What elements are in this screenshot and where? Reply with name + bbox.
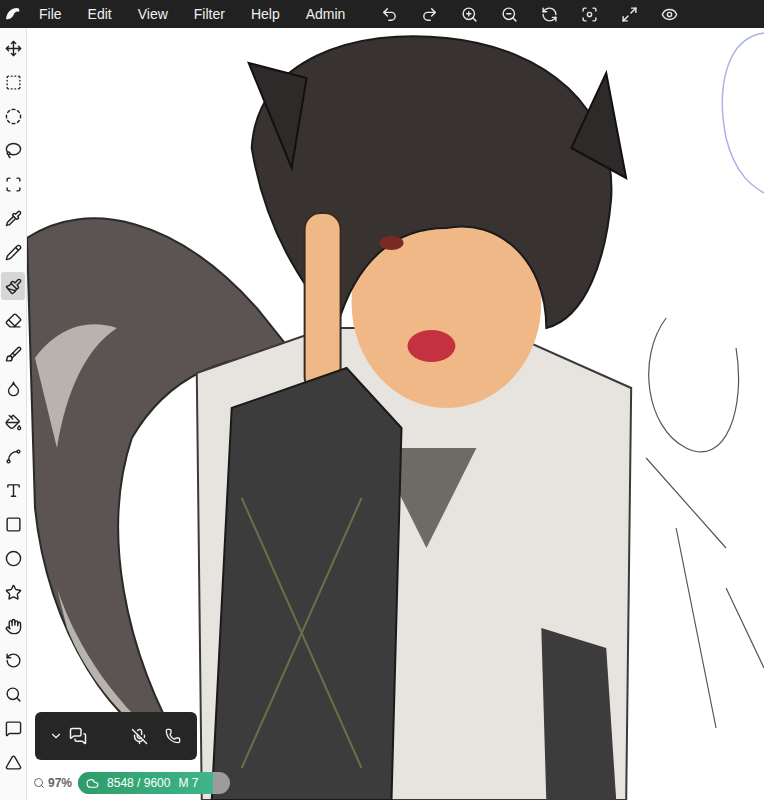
lasso-tool[interactable] (1, 136, 25, 164)
tool-bar (0, 28, 27, 800)
triangle-icon (5, 754, 22, 771)
rect-select-tool[interactable] (1, 68, 25, 96)
curve-icon (5, 448, 22, 465)
zoom-level[interactable]: 97% (33, 776, 72, 790)
eraser-tool[interactable] (1, 306, 25, 334)
pen-icon (5, 244, 22, 261)
rotate-tool[interactable] (1, 646, 25, 674)
zoom-tool[interactable] (1, 680, 25, 708)
mode-text: M 7 (178, 776, 198, 790)
triangle-tool[interactable] (1, 748, 25, 776)
blur-icon (5, 380, 22, 397)
menu-item[interactable]: Filter (181, 0, 238, 28)
rectangle-tool[interactable] (1, 510, 25, 538)
focus-button[interactable] (572, 0, 606, 28)
view-controls (372, 0, 686, 28)
fill-icon (5, 414, 22, 431)
fullscreen-button[interactable] (612, 0, 646, 28)
zoom-in-icon (461, 6, 478, 23)
ellipse-tool[interactable] (1, 544, 25, 572)
rect-select-icon (5, 74, 22, 91)
ellipse-icon (5, 550, 22, 567)
menu-item[interactable]: View (125, 0, 181, 28)
chat-icon (69, 727, 87, 745)
view-button[interactable] (652, 0, 686, 28)
hand-icon (5, 618, 22, 635)
redo-icon (421, 6, 438, 23)
menu-item[interactable]: Help (238, 0, 293, 28)
hand-tool[interactable] (1, 612, 25, 640)
star-icon (5, 584, 22, 601)
menu-item[interactable]: Edit (75, 0, 125, 28)
fullscreen-icon (621, 6, 638, 23)
pen-tool[interactable] (1, 238, 25, 266)
ellipse-select-tool[interactable] (1, 102, 25, 130)
transform-icon (5, 176, 22, 193)
eyedropper-icon (5, 210, 22, 227)
zoom-icon (5, 686, 22, 703)
eyedropper-tool[interactable] (1, 204, 25, 232)
workspace: 97% 8548 / 9600 M 7 (0, 28, 764, 800)
brush-icon (5, 278, 22, 295)
undo-icon (381, 6, 398, 23)
annotation-icon (5, 720, 22, 737)
logo[interactable] (0, 0, 26, 28)
text-tool[interactable] (1, 476, 25, 504)
text-icon (5, 482, 22, 499)
reset-view-icon (541, 6, 558, 23)
menu-item[interactable]: File (26, 0, 75, 28)
logo-icon (4, 5, 22, 23)
fill-tool[interactable] (1, 408, 25, 436)
cloud-icon (86, 777, 99, 790)
app-window: FileEditViewFilterHelpAdmin 97% 8548 / 960… (0, 0, 764, 800)
voice-button[interactable] (125, 723, 153, 749)
artwork (27, 28, 764, 800)
chat-widget (35, 712, 197, 760)
call-button[interactable] (159, 723, 187, 749)
smudge-tool[interactable] (1, 340, 25, 368)
menu-item[interactable]: Admin (293, 0, 359, 28)
lasso-icon (5, 142, 22, 159)
annotation-tool[interactable] (1, 714, 25, 742)
smudge-icon (5, 346, 22, 363)
transform-tool[interactable] (1, 170, 25, 198)
blur-tool[interactable] (1, 374, 25, 402)
ellipse-select-icon (5, 108, 22, 125)
move-tool[interactable] (1, 34, 25, 62)
menu-bar: FileEditViewFilterHelpAdmin (0, 0, 764, 28)
magnifier-icon (33, 777, 45, 789)
usage-text: 8548 / 9600 (107, 776, 170, 790)
zoom-in-button[interactable] (452, 0, 486, 28)
star-tool[interactable] (1, 578, 25, 606)
chevron-down-icon (49, 729, 63, 743)
focus-icon (581, 6, 598, 23)
move-icon (5, 40, 22, 57)
mic-off-icon (131, 728, 148, 745)
eraser-icon (5, 312, 22, 329)
canvas[interactable]: 97% 8548 / 9600 M 7 (27, 28, 764, 800)
zoom-out-icon (501, 6, 518, 23)
undo-button[interactable] (372, 0, 406, 28)
brush-tool[interactable] (1, 272, 25, 300)
curve-tool[interactable] (1, 442, 25, 470)
rectangle-icon (5, 516, 22, 533)
status-bar: 97% 8548 / 9600 M 7 (33, 772, 230, 794)
zoom-out-button[interactable] (492, 0, 526, 28)
view-icon (661, 6, 678, 23)
call-controls (125, 723, 187, 749)
rotate-icon (5, 652, 22, 669)
usage-meter: 8548 / 9600 M 7 (78, 772, 230, 794)
chat-toggle[interactable] (49, 727, 87, 745)
phone-icon (165, 728, 181, 744)
redo-button[interactable] (412, 0, 446, 28)
reset-view-button[interactable] (532, 0, 566, 28)
